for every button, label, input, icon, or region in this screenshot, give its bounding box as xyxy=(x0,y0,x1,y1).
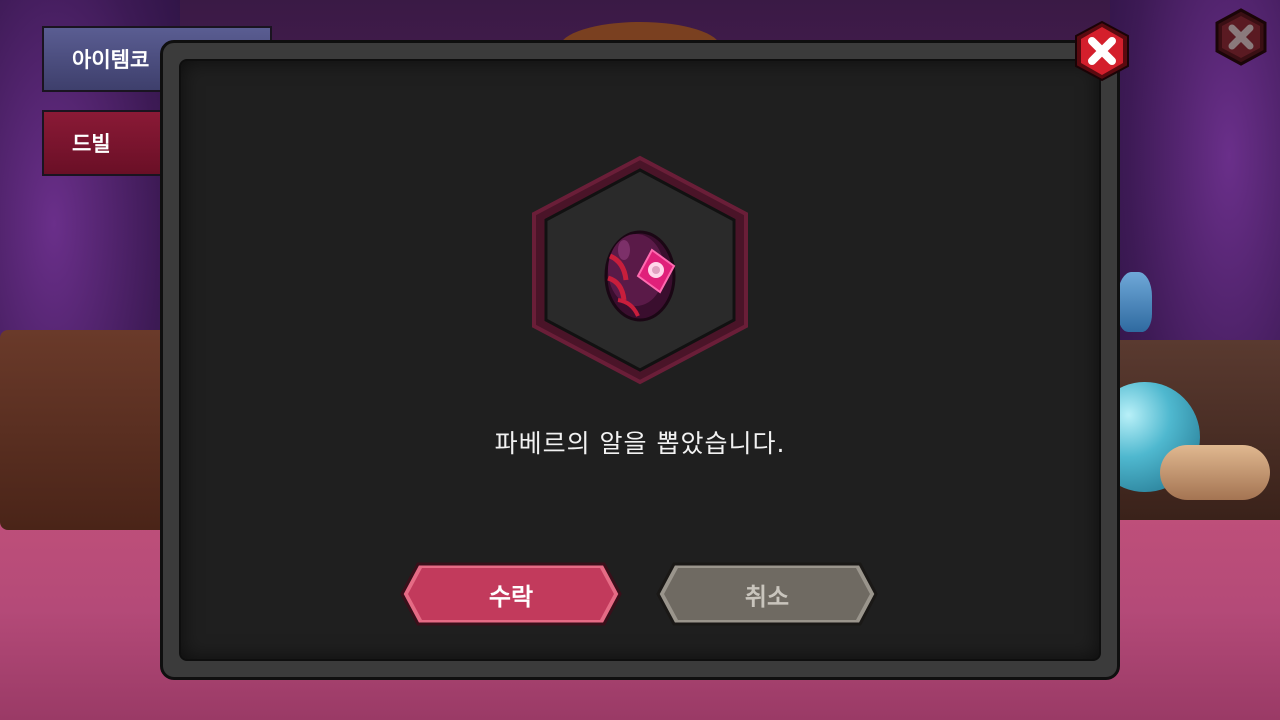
cancel-label: 취소 xyxy=(744,582,790,611)
item-frame xyxy=(532,155,748,385)
cancel-button[interactable]: 취소 xyxy=(656,562,878,626)
drill-label: 드빌 xyxy=(72,132,111,156)
close-icon[interactable] xyxy=(1071,20,1133,82)
background-vase xyxy=(1118,272,1152,332)
background-scroll xyxy=(1160,445,1270,500)
dialog-message: 파베르의 알을 뽑았습니다. xyxy=(494,429,786,458)
dark-magenta-egg-icon xyxy=(604,230,676,322)
background-table xyxy=(0,330,170,530)
item-code-label: 아이템코 xyxy=(72,48,150,72)
accept-label: 수락 xyxy=(488,582,534,611)
accept-button[interactable]: 수락 xyxy=(400,562,622,626)
screen-close-icon[interactable] xyxy=(1211,7,1271,67)
